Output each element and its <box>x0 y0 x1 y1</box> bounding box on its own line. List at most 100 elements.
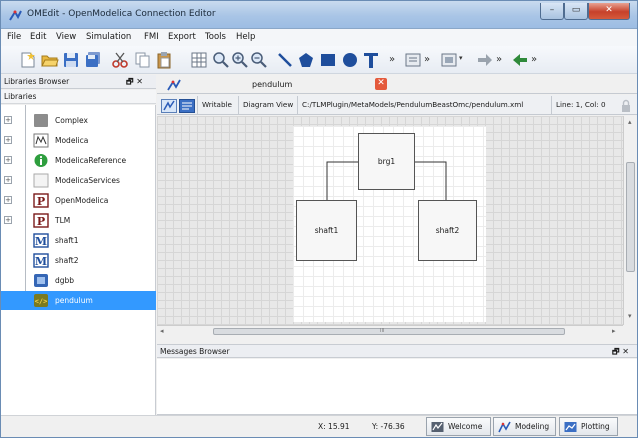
libraries-browser-title: Libraries Browser <box>4 77 70 86</box>
tree-item-pendulum[interactable]: </> pendulum <box>1 291 156 310</box>
tree-item-shaft2[interactable]: M shaft2 <box>1 251 156 270</box>
toolbar-overflow-icon-4[interactable]: » <box>531 54 537 65</box>
zoom-in-icon[interactable] <box>231 51 249 69</box>
window-title: OMEdit - OpenModelica Connection Editor <box>27 9 216 19</box>
menu-help[interactable]: Help <box>236 32 255 42</box>
tree-item-openmodelica[interactable]: + P OpenModelica <box>1 191 156 210</box>
toolbar-overflow-icon[interactable]: » <box>389 54 395 65</box>
scroll-down-icon[interactable]: ▾ <box>628 312 632 320</box>
expand-icon[interactable]: + <box>4 196 12 204</box>
svg-text:M: M <box>35 235 47 248</box>
menu-bar: File Edit View Simulation FMI Export Too… <box>1 29 637 46</box>
diagram-view-icon[interactable] <box>161 99 177 113</box>
x-coordinate: X: 15.91 <box>318 422 350 431</box>
tab-pendulum[interactable]: pendulum <box>252 80 292 89</box>
open-icon[interactable] <box>41 51 59 69</box>
svg-text:P: P <box>37 195 45 208</box>
modeling-perspective-button[interactable]: Modeling <box>493 417 556 436</box>
m-model-icon: M <box>33 233 49 248</box>
welcome-perspective-button[interactable]: Welcome <box>426 417 491 436</box>
expand-icon[interactable]: + <box>4 156 12 164</box>
modeling-icon <box>498 421 511 433</box>
scroll-left-icon[interactable]: ◂ <box>160 327 164 335</box>
maximize-button[interactable]: ▭ <box>564 3 588 20</box>
save-icon[interactable] <box>62 51 80 69</box>
plotting-perspective-button[interactable]: Plotting <box>559 417 618 436</box>
diagram-extent[interactable]: brg1 shaft1 shaft2 <box>293 126 486 322</box>
minimize-button[interactable]: – <box>540 3 564 20</box>
tree-item-label: ModelicaReference <box>55 156 127 165</box>
arrow-icon[interactable] <box>511 51 529 69</box>
y-coordinate: Y: -76.36 <box>372 422 405 431</box>
zoom-out-icon[interactable] <box>250 51 268 69</box>
close-window-button[interactable]: ✕ <box>588 3 630 20</box>
text-view-icon[interactable] <box>179 99 195 113</box>
grid-icon[interactable] <box>190 51 208 69</box>
modelica-icon <box>33 133 49 148</box>
p-package-icon: P <box>33 213 49 228</box>
expand-icon[interactable]: + <box>4 176 12 184</box>
connect-icon[interactable] <box>476 51 494 69</box>
messages-dock-close-controls[interactable]: 🗗 ✕ <box>612 346 629 360</box>
title-bar[interactable]: OMEdit - OpenModelica Connection Editor … <box>1 1 637 29</box>
menu-file[interactable]: File <box>7 32 21 42</box>
component-shaft2[interactable]: shaft2 <box>418 200 477 261</box>
vertical-scrollbar[interactable]: ▴ ▾ <box>623 116 637 325</box>
cursor-position-label: Line: 1, Col: 0 <box>551 96 617 114</box>
horizontal-scrollbar[interactable]: ◂ III ▸ <box>157 325 623 337</box>
close-tab-icon[interactable]: ✕ <box>375 78 387 90</box>
view-mode-label: Diagram View <box>238 96 297 114</box>
simulate-icon[interactable] <box>404 51 422 69</box>
scroll-up-icon[interactable]: ▴ <box>628 118 632 126</box>
check-icon[interactable] <box>440 51 458 69</box>
ellipse-icon[interactable] <box>341 51 359 69</box>
expand-icon[interactable]: + <box>4 136 12 144</box>
text-icon[interactable] <box>362 51 380 69</box>
tree-item-complex[interactable]: + Complex <box>1 111 156 130</box>
welcome-label: Welcome <box>448 422 483 431</box>
menu-tools[interactable]: Tools <box>205 32 226 42</box>
tree-item-dgbb[interactable]: dgbb <box>1 271 156 290</box>
horizontal-scroll-thumb[interactable]: III <box>213 328 565 335</box>
expand-icon[interactable]: + <box>4 116 12 124</box>
messages-panel[interactable] <box>157 359 637 415</box>
package-icon <box>33 173 49 188</box>
p-package-icon: P <box>33 193 49 208</box>
messages-browser-title: Messages Browser <box>160 347 230 356</box>
tree-item-shaft1[interactable]: M shaft1 <box>1 231 156 250</box>
copy-icon[interactable] <box>134 51 152 69</box>
line-icon[interactable] <box>276 51 294 69</box>
menu-view[interactable]: View <box>56 32 76 42</box>
dropdown-caret-icon[interactable]: ▾ <box>459 54 463 62</box>
libraries-tree: + Complex + Modelica + ModelicaReference <box>1 105 156 415</box>
tree-item-modelicaservices[interactable]: + ModelicaServices <box>1 171 156 190</box>
save-all-icon[interactable] <box>84 51 102 69</box>
component-shaft1[interactable]: shaft1 <box>296 200 357 261</box>
toolbar-overflow-icon-2[interactable]: » <box>424 54 430 65</box>
menu-fmi[interactable]: FMI <box>144 32 159 42</box>
menu-export[interactable]: Export <box>168 32 196 42</box>
polygon-icon[interactable] <box>297 51 315 69</box>
toolbar-overflow-icon-3[interactable]: » <box>496 54 502 65</box>
rectangle-icon[interactable] <box>319 51 337 69</box>
tree-item-label: Complex <box>55 116 88 125</box>
tree-item-tlm[interactable]: + P TLM <box>1 211 156 230</box>
menu-edit[interactable]: Edit <box>30 32 46 42</box>
omedit-app-icon <box>9 10 22 21</box>
menu-simulation[interactable]: Simulation <box>86 32 131 42</box>
tree-item-modelica[interactable]: + Modelica <box>1 131 156 150</box>
tree-item-modelicareference[interactable]: + ModelicaReference <box>1 151 156 170</box>
vertical-scroll-thumb[interactable] <box>626 162 635 272</box>
tree-item-label: pendulum <box>55 296 93 305</box>
dock-close-controls[interactable]: 🗗 ✕ <box>126 76 143 90</box>
expand-icon[interactable]: + <box>4 216 12 224</box>
new-icon[interactable] <box>19 51 37 69</box>
scroll-right-icon[interactable]: ▸ <box>612 327 616 335</box>
complex-icon <box>34 114 48 127</box>
component-brg1[interactable]: brg1 <box>358 133 415 190</box>
zoom-reset-icon[interactable] <box>212 51 230 69</box>
paste-icon[interactable] <box>155 51 173 69</box>
lock-icon <box>622 99 630 112</box>
tree-item-label: ModelicaServices <box>55 176 120 185</box>
cut-icon[interactable] <box>111 51 129 69</box>
